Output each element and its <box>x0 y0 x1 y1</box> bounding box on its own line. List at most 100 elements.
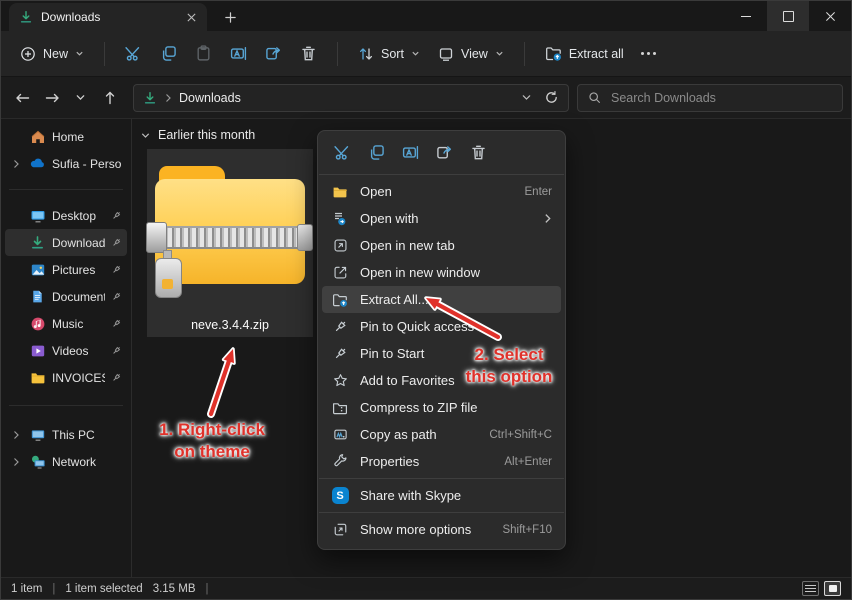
menu-item-pin-quick-access[interactable]: Pin to Quick access <box>322 313 561 340</box>
download-icon <box>19 10 33 24</box>
zip-folder-icon <box>331 400 349 416</box>
forward-button[interactable] <box>38 84 65 111</box>
menu-item-open-with[interactable]: Open with <box>322 205 561 232</box>
new-label: New <box>43 47 68 61</box>
new-tab-icon <box>331 238 349 253</box>
sidebar-item-network[interactable]: Network <box>5 448 127 475</box>
delete-button[interactable] <box>293 39 324 68</box>
open-with-icon <box>331 211 349 227</box>
menu-item-label: Open with <box>360 211 419 226</box>
extract-all-button[interactable]: Extract all <box>538 39 631 68</box>
breadcrumb[interactable]: Downloads <box>179 91 241 105</box>
large-icons-view-toggle[interactable] <box>824 581 841 596</box>
new-plus-icon <box>20 46 36 62</box>
menu-item-label: Open <box>360 184 392 199</box>
breadcrumb-chevron-icon <box>164 93 172 103</box>
window-controls <box>725 1 851 31</box>
pin-icon <box>111 291 122 302</box>
chevron-down-icon <box>411 49 420 58</box>
sidebar-item-music[interactable]: Music <box>5 310 127 337</box>
new-tab-button[interactable] <box>219 6 241 28</box>
group-header[interactable]: Earlier this month <box>140 128 255 142</box>
extract-all-icon <box>545 45 562 62</box>
sort-button[interactable]: Sort <box>351 40 427 68</box>
refresh-icon[interactable] <box>544 90 559 105</box>
minimize-button[interactable] <box>725 1 767 31</box>
location-download-icon <box>143 91 157 105</box>
sidebar-item-invoices[interactable]: INVOICES <box>5 364 127 391</box>
file-item-zip[interactable]: neve.3.4.4.zip <box>147 149 313 337</box>
sidebar-item-downloads[interactable]: Downloads <box>5 229 127 256</box>
search-box[interactable] <box>577 84 843 112</box>
cut-icon <box>125 45 142 62</box>
details-view-toggle[interactable] <box>802 581 819 596</box>
menu-item-properties[interactable]: Properties Alt+Enter <box>322 448 561 475</box>
cut-button[interactable] <box>118 39 149 68</box>
sidebar-item-pictures[interactable]: Pictures <box>5 256 127 283</box>
context-menu-icon-row <box>318 134 565 171</box>
rename-icon[interactable] <box>401 143 420 162</box>
sidebar-item-documents[interactable]: Documents <box>5 283 127 310</box>
toolbar-separator <box>524 42 525 66</box>
address-bar[interactable]: Downloads <box>133 84 569 112</box>
pin-icon <box>331 346 349 361</box>
share-button[interactable] <box>258 39 289 68</box>
menu-separator <box>319 174 564 175</box>
paste-button[interactable] <box>188 39 219 68</box>
expand-chevron-icon[interactable] <box>9 159 23 169</box>
new-window-icon <box>331 265 349 280</box>
menu-item-open-new-tab[interactable]: Open in new tab <box>322 232 561 259</box>
menu-item-label: Pin to Start <box>360 346 424 361</box>
copy-icon[interactable] <box>367 143 386 162</box>
tab-downloads[interactable]: Downloads <box>9 3 207 31</box>
zip-folder-icon <box>155 166 305 286</box>
sidebar-label: Videos <box>52 344 88 358</box>
close-icon <box>825 11 836 22</box>
sidebar-item-onedrive[interactable]: Sufia - Personal <box>5 150 127 177</box>
search-icon <box>588 91 601 104</box>
menu-item-pin-start[interactable]: Pin to Start <box>322 340 561 367</box>
up-button[interactable] <box>96 84 123 111</box>
menu-item-show-more[interactable]: Show more options Shift+F10 <box>322 516 561 543</box>
selection-info: 1 item selected <box>65 583 142 595</box>
recent-locations-button[interactable] <box>67 84 94 111</box>
sidebar-label: Sufia - Personal <box>52 157 122 171</box>
cut-icon[interactable] <box>333 143 352 162</box>
copy-button[interactable] <box>153 39 184 68</box>
collapse-chevron-icon <box>140 130 151 141</box>
sidebar-item-videos[interactable]: Videos <box>5 337 127 364</box>
sidebar-item-home[interactable]: Home <box>5 123 127 150</box>
menu-item-share-skype[interactable]: S Share with Skype <box>322 482 561 509</box>
sort-icon <box>358 46 374 62</box>
more-options-button[interactable] <box>635 44 662 63</box>
file-name: neve.3.4.4.zip <box>191 318 269 332</box>
sidebar-item-this-pc[interactable]: This PC <box>5 421 127 448</box>
view-button[interactable]: View <box>431 40 511 68</box>
menu-item-compress-zip[interactable]: Compress to ZIP file <box>322 394 561 421</box>
new-button[interactable]: New <box>13 40 91 68</box>
toolbar-separator <box>104 42 105 66</box>
menu-item-copy-as-path[interactable]: Copy as path Ctrl+Shift+C <box>322 421 561 448</box>
back-button[interactable] <box>9 84 36 111</box>
maximize-button[interactable] <box>767 1 809 31</box>
folder-icon <box>29 370 46 386</box>
menu-item-add-favorites[interactable]: Add to Favorites <box>322 367 561 394</box>
menu-item-extract-all[interactable]: Extract All... <box>322 286 561 313</box>
titlebar: Downloads <box>1 1 851 31</box>
videos-icon <box>29 343 46 359</box>
tab-close-icon[interactable] <box>186 12 197 23</box>
menu-item-open[interactable]: Open Enter <box>322 178 561 205</box>
downloads-icon <box>29 235 46 250</box>
expand-chevron-icon[interactable] <box>9 457 23 467</box>
close-button[interactable] <box>809 1 851 31</box>
expand-chevron-icon[interactable] <box>9 430 23 440</box>
delete-icon <box>300 45 317 62</box>
sidebar-item-desktop[interactable]: Desktop <box>5 202 127 229</box>
share-icon[interactable] <box>435 143 454 162</box>
sidebar-label: INVOICES <box>52 371 105 385</box>
delete-icon[interactable] <box>469 143 488 162</box>
rename-button[interactable] <box>223 39 254 68</box>
search-input[interactable] <box>609 90 832 106</box>
address-dropdown-icon[interactable] <box>521 92 532 103</box>
menu-item-open-new-window[interactable]: Open in new window <box>322 259 561 286</box>
